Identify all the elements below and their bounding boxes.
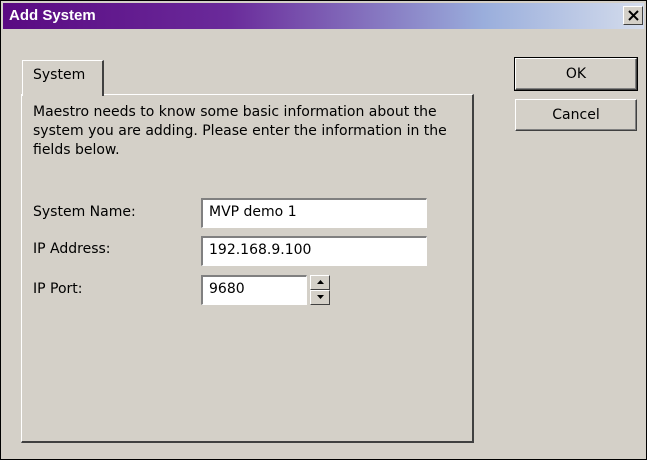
- ip-address-input[interactable]: 192.168.9.100: [201, 236, 427, 266]
- tab-system[interactable]: System: [22, 60, 104, 96]
- ip-address-label: IP Address:: [33, 241, 111, 257]
- ip-port-input[interactable]: 9680: [201, 275, 307, 305]
- title-bar[interactable]: Add System: [3, 3, 644, 29]
- instructions-text: Maestro needs to know some basic informa…: [33, 104, 447, 158]
- spin-up-button[interactable]: [310, 275, 330, 290]
- cancel-button[interactable]: Cancel: [515, 99, 637, 131]
- window-title: Add System: [9, 7, 96, 24]
- ip-port-label: IP Port:: [33, 281, 83, 297]
- close-icon: [628, 10, 639, 21]
- close-button[interactable]: [623, 6, 643, 25]
- add-system-dialog: Add System System Maestro needs to know …: [0, 0, 647, 460]
- system-name-input[interactable]: MVP demo 1: [201, 198, 427, 228]
- triangle-down-icon: [317, 295, 324, 299]
- triangle-up-icon: [317, 280, 324, 284]
- spin-down-button[interactable]: [310, 290, 330, 305]
- tab-system-label: System: [33, 67, 86, 83]
- ip-port-spinner: [310, 275, 330, 305]
- system-name-label: System Name:: [33, 204, 136, 220]
- ok-button[interactable]: OK: [514, 57, 638, 91]
